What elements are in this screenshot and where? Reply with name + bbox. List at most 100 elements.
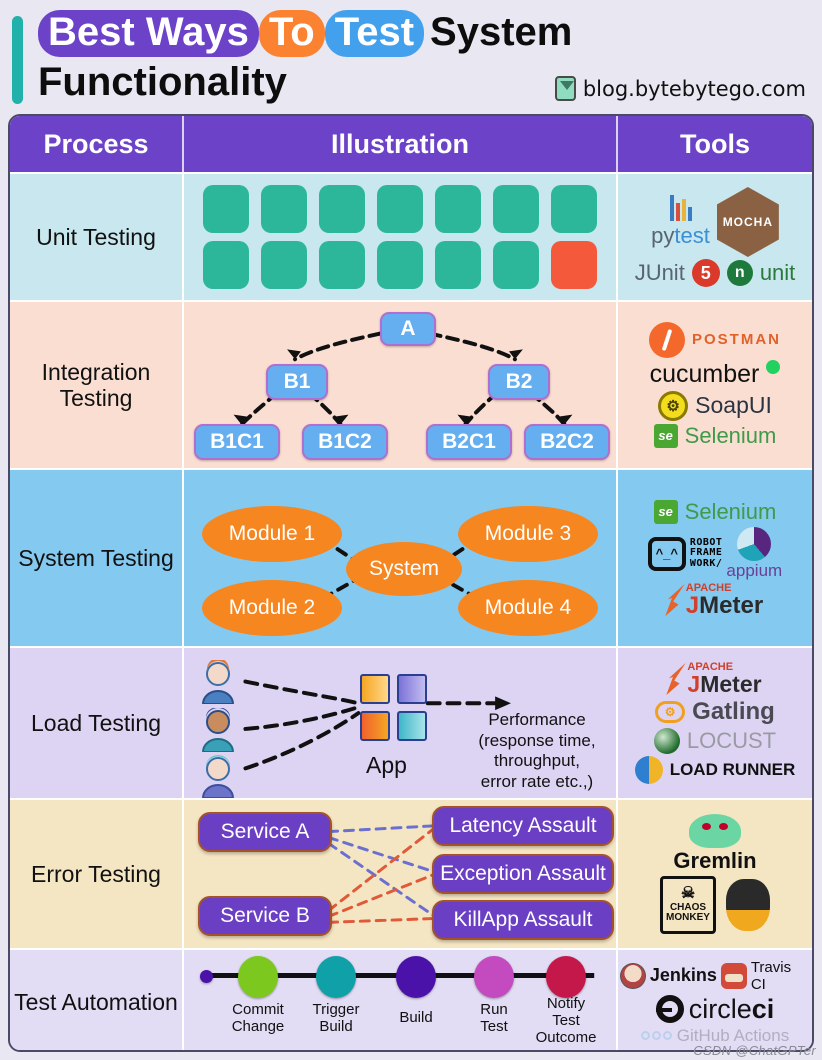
jmeter-label: Meter — [699, 591, 764, 619]
user-icon — [198, 754, 238, 799]
travis-ci-label: Travis CI — [750, 958, 792, 993]
system-node-module-3: Module 3 — [458, 506, 598, 562]
system-node-center: System — [346, 542, 462, 596]
circleci-label-1: circle — [688, 993, 752, 1024]
illustration-system-testing: Module 1 Module 2 Module 3 Module 4 Syst… — [182, 470, 616, 646]
junit-label: JUnit — [634, 260, 685, 285]
illustration-integration-testing: A B1 B2 B1C1 B1C2 B2C1 B2C2 — [182, 302, 616, 468]
simian-army-icon — [726, 879, 770, 931]
system-node-module-1: Module 1 — [202, 506, 342, 562]
app-tile — [397, 711, 427, 741]
tool-gremlin: Gremlin — [673, 814, 757, 874]
cucumber-icon — [766, 359, 781, 374]
unit-block — [203, 241, 249, 289]
accent-bar — [12, 16, 23, 104]
unit-block — [377, 185, 423, 233]
tool-cucumber: cucumber — [649, 359, 781, 389]
pipeline-start-dot — [200, 970, 213, 983]
chaos-monkey-icon: ☠ CHAOS MONKEY — [660, 876, 716, 934]
byline: blog.bytebytego.com — [554, 76, 806, 101]
performance-outcome-text: Performance (response time, throughput, … — [478, 710, 596, 792]
table-row: Load Testing App Performance (response t… — [10, 646, 812, 799]
tool-selenium: se Selenium — [653, 499, 776, 525]
tool-loadrunner: LOAD RUNNER — [634, 756, 795, 784]
selenium-label: Selenium — [684, 422, 777, 448]
mocha-icon: MOCHA — [716, 187, 779, 257]
user-icon — [198, 658, 238, 705]
travis-ci-icon — [720, 962, 747, 989]
tool-jenkins-travis: Jenkins Travis CI — [620, 959, 810, 993]
pipeline-label-build: Build — [399, 1009, 433, 1026]
tree-node-b1: B1 — [266, 364, 328, 400]
unit-block — [319, 241, 365, 289]
table-row: Unit Testing pytest MOCHA JUnit 5 n unit — [10, 172, 812, 300]
page-title-line-1: Best Ways To Test System — [38, 10, 572, 57]
header: Best Ways To Test System Functionality blog… — [0, 0, 822, 112]
circleci-label-2: ci — [751, 993, 775, 1024]
tool-postman: POSTMAN — [649, 321, 781, 358]
error-node-exception-assault: Exception Assault — [432, 854, 614, 894]
tool-circleci: circleci — [655, 993, 775, 1025]
gremlin-label: Gremlin — [673, 848, 757, 873]
pipeline-label-trigger-build: Trigger Build — [312, 1001, 360, 1035]
error-node-service-a: Service A — [198, 812, 332, 852]
github-actions-icon — [640, 1031, 672, 1040]
illustration-load-testing: App Performance (response time, throughp… — [182, 648, 616, 799]
tools-integration-testing: POSTMAN cucumber ⚙ SoapUI se Selenium — [616, 302, 812, 468]
unit-block — [551, 185, 597, 233]
gremlin-icon — [688, 814, 741, 848]
jmeter-j: J — [687, 671, 701, 697]
unit-block — [435, 185, 481, 233]
page-title-line-2: Functionality — [38, 60, 287, 104]
cucumber-label: cucumber — [649, 359, 760, 388]
robot-framework-label: ROBOT FRAME WORK/ — [689, 536, 723, 569]
row-label-system-testing: System Testing — [18, 544, 174, 571]
illustration-unit-testing — [182, 174, 616, 300]
postman-icon — [649, 321, 685, 358]
tools-load-testing: APACHE JMeter ⚙ Gatling LOCUST LOAD RUNN… — [616, 648, 812, 798]
loadrunner-icon — [634, 756, 663, 784]
table-row: Error Testing Service A Service B Latenc… — [10, 798, 812, 948]
gatling-icon: ⚙ — [655, 701, 686, 723]
column-header-tools: Tools — [616, 116, 812, 172]
system-node-module-2: Module 2 — [202, 580, 342, 636]
postman-label: POSTMAN — [692, 331, 781, 348]
system-node-module-4: Module 4 — [458, 580, 598, 636]
selenium-icon: se — [653, 423, 678, 448]
pipeline-node-run-test — [474, 956, 514, 998]
column-header-illustration: Illustration — [182, 116, 616, 172]
tools-unit-testing: pytest MOCHA JUnit 5 n unit — [616, 174, 812, 300]
tool-soapui: ⚙ SoapUI — [658, 390, 772, 421]
jenkins-icon — [620, 962, 646, 989]
unit-block — [319, 185, 365, 233]
pytest-label: pytest — [651, 223, 710, 248]
tool-chaos-simian: ☠ CHAOS MONKEY — [660, 876, 770, 934]
tool-selenium: se Selenium — [653, 422, 777, 449]
illustration-test-automation: Commit Change Trigger Build Build Run Te… — [182, 950, 616, 1050]
gatling-label: Gatling — [692, 698, 775, 725]
app-tile-grid — [360, 674, 427, 741]
locust-icon — [653, 728, 680, 754]
jmeter-label: Meter — [700, 671, 762, 697]
junit5-icon: 5 — [691, 259, 720, 287]
pytest-icon — [669, 195, 692, 221]
tool-jmeter: APACHE JMeter — [667, 582, 764, 619]
pipeline-node-commit-change — [238, 956, 278, 998]
tool-group-bottom: JUnit 5 n unit — [634, 259, 795, 287]
title-word-best-ways: Best Ways — [38, 10, 259, 57]
pipeline-label-commit-change: Commit Change — [231, 1001, 285, 1035]
row-label-unit-testing: Unit Testing — [36, 223, 156, 250]
byline-text: blog.bytebytego.com — [582, 76, 806, 101]
app-tile — [360, 674, 390, 704]
unit-block — [493, 185, 539, 233]
bytebytego-logo-icon — [554, 76, 576, 101]
comparison-table: Process Illustration Tools Unit Testing — [8, 114, 814, 1052]
unit-block-failed — [551, 241, 597, 289]
tree-node-b2: B2 — [488, 364, 550, 400]
table-header-row: Process Illustration Tools — [10, 116, 812, 172]
appium-icon — [737, 526, 772, 561]
unit-block — [435, 241, 481, 289]
tool-robot-appium: ^_^ ROBOT FRAME WORK/ appium — [647, 526, 782, 581]
soapui-icon: ⚙ — [658, 390, 689, 421]
unit-block — [203, 185, 249, 233]
